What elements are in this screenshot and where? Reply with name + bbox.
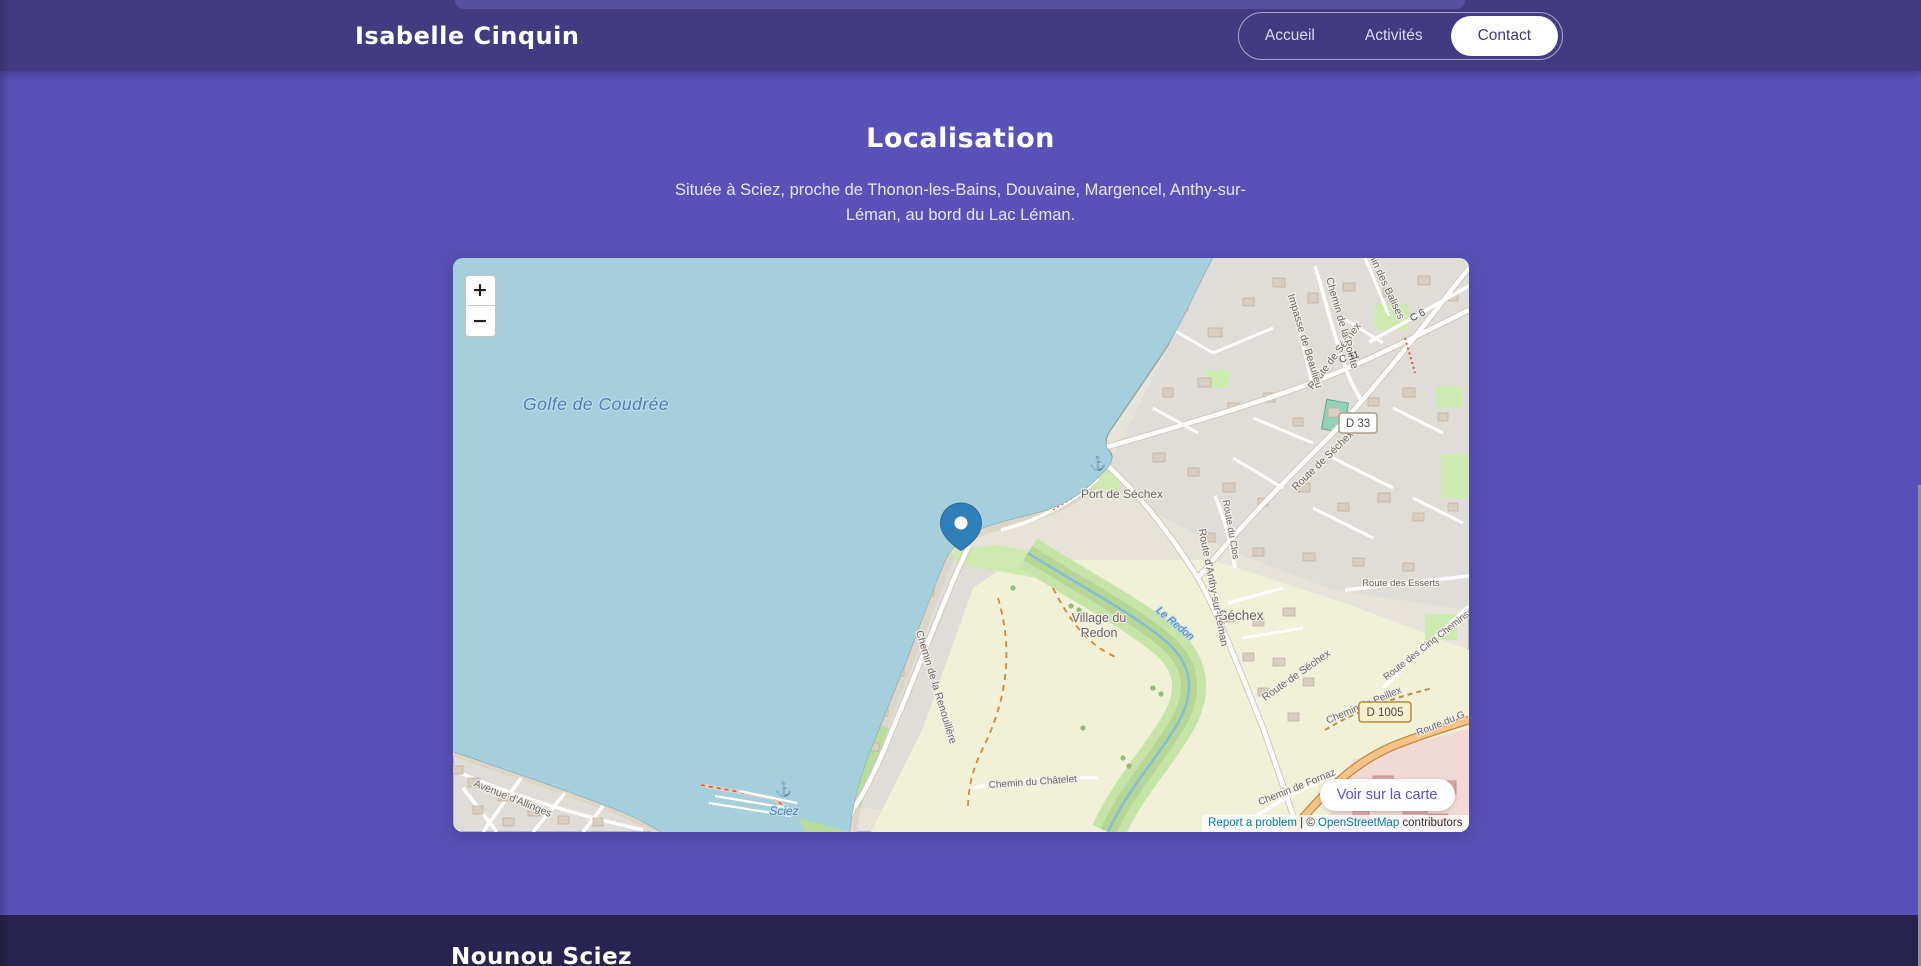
footer-brand: Nounou Sciez	[451, 944, 632, 966]
anchor-icon: ⚓	[1089, 455, 1106, 472]
site-footer: Nounou Sciez	[0, 915, 1921, 966]
brand-logo[interactable]: Isabelle Cinquin	[355, 22, 579, 50]
attribution-separator: | ©	[1297, 817, 1318, 829]
anchor-icon: ⚓	[775, 781, 792, 798]
window-edge-shade	[0, 0, 10, 966]
svg-text:Port de Séchex: Port de Séchex	[1081, 487, 1163, 501]
report-problem-link[interactable]: Report a problem	[1208, 817, 1297, 829]
svg-text:D 33: D 33	[1345, 418, 1369, 430]
previous-section-peek	[455, 0, 1465, 9]
svg-text:Golfe de Coudrée: Golfe de Coudrée	[523, 394, 669, 414]
voir-sur-la-carte-button[interactable]: Voir sur la carte	[1320, 779, 1455, 811]
map-container[interactable]: Golfe de Coudrée Port de Séchex Village …	[453, 258, 1469, 832]
svg-text:Redon: Redon	[1080, 626, 1117, 640]
openstreetmap-link[interactable]: OpenStreetMap	[1318, 817, 1399, 829]
svg-text:Route des Esserts: Route des Esserts	[1362, 578, 1440, 589]
svg-text:Village du: Village du	[1071, 611, 1126, 625]
page-title: Localisation	[0, 71, 1921, 154]
attribution-suffix: contributors	[1399, 817, 1462, 829]
svg-text:D 1005: D 1005	[1366, 707, 1403, 719]
main-nav: Accueil Activités Contact	[1238, 12, 1563, 60]
svg-text:Sciez: Sciez	[769, 804, 798, 818]
map-canvas[interactable]: Golfe de Coudrée Port de Séchex Village …	[453, 258, 1469, 832]
localisation-section: Localisation Située à Sciez, proche de T…	[0, 71, 1921, 915]
zoom-out-button[interactable]: −	[466, 306, 495, 336]
map-attribution: Report a problem | © OpenStreetMap contr…	[1202, 815, 1468, 832]
nav-item-accueil[interactable]: Accueil	[1243, 17, 1337, 55]
section-subtitle: Située à Sciez, proche de Thonon-les-Bai…	[656, 178, 1266, 228]
map-zoom-control: + −	[464, 274, 497, 338]
zoom-in-button[interactable]: +	[466, 276, 495, 306]
site-header: Isabelle Cinquin Accueil Activités Conta…	[0, 0, 1921, 71]
nav-item-activites[interactable]: Activités	[1343, 17, 1445, 55]
nav-item-contact[interactable]: Contact	[1451, 16, 1558, 56]
